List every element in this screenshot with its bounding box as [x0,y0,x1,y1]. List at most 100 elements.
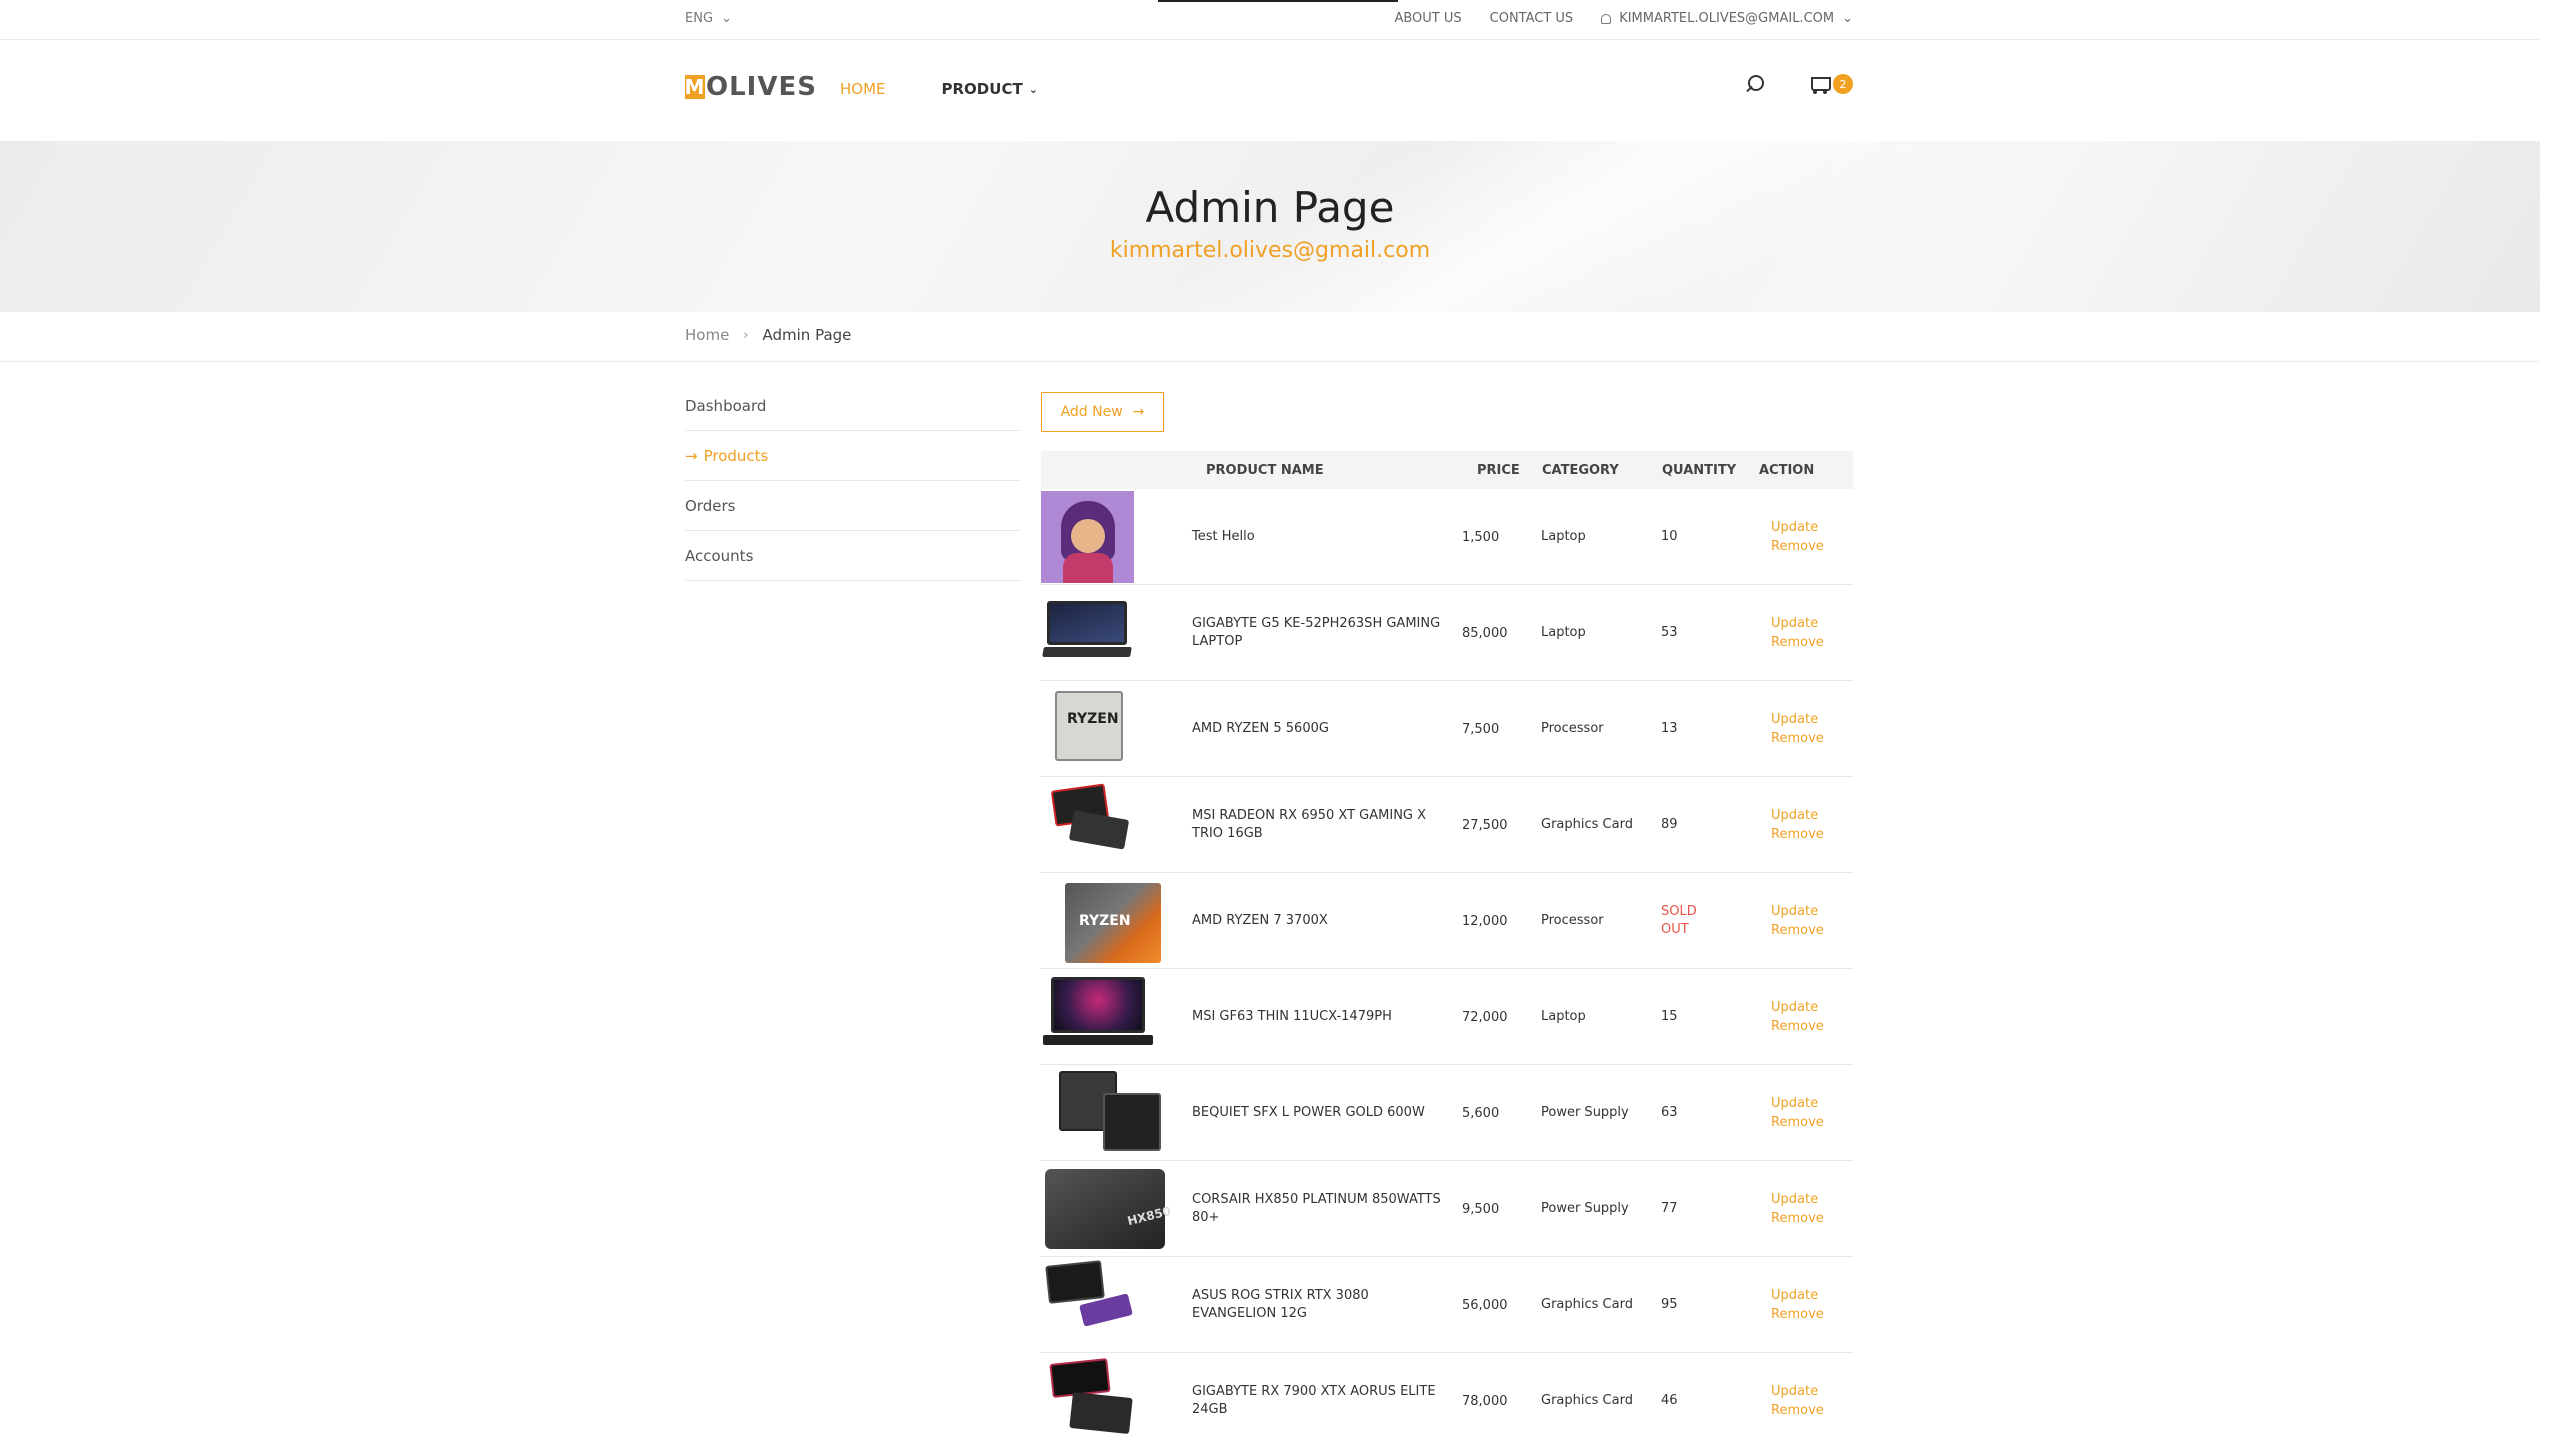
arrow-right-icon: → [685,446,698,465]
product-price: 9,500 [1462,1201,1500,1217]
table-row: MSI RADEON RX 6950 XT GAMING X TRIO 16GB… [1041,777,1853,873]
column-header-action: ACTION [1759,463,1815,478]
update-link[interactable]: Update [1771,1384,1824,1399]
update-link[interactable]: Update [1771,808,1824,823]
product-image-part [1071,519,1105,553]
product-quantity: 10 [1661,529,1678,544]
breadcrumb-home[interactable]: Home [685,326,729,344]
product-image-part: RYZEN [1079,913,1131,929]
table-row: ASUS ROG STRIX RTX 3080 EVANGELION 12G 56… [1041,1257,1853,1353]
table-row: RYZEN AMD RYZEN 5 5600G 7,500 Processor 13 Up… [1041,681,1853,777]
product-category: Processor [1541,913,1604,928]
add-new-button[interactable]: Add New → [1041,392,1164,432]
sidebar-item-dashboard[interactable]: Dashboard [685,381,1020,431]
remove-link[interactable]: Remove [1771,1019,1824,1034]
sidebar-item-orders[interactable]: Orders [685,481,1020,531]
product-price: 78,000 [1462,1393,1508,1409]
product-image-part [1047,601,1127,645]
about-us-link[interactable]: ABOUT US [1394,11,1461,26]
product-price: 12,000 [1462,913,1508,929]
site-header: M OLIVES HOME PRODUCT ⌄ 2 [0,40,2540,141]
update-link[interactable]: Update [1771,904,1824,919]
row-actions: Update Remove [1771,1161,1824,1257]
update-link[interactable]: Update [1771,1192,1824,1207]
cart-button[interactable]: 2 [1805,73,1853,95]
cart-icon [1805,73,1831,95]
remove-link[interactable]: Remove [1771,1403,1824,1418]
product-name: GIGABYTE RX 7900 XTX AORUS ELITE 24GB [1192,1384,1436,1417]
update-link[interactable]: Update [1771,1000,1824,1015]
product-category: Laptop [1541,625,1586,640]
sidebar-item-products[interactable]: → Products [685,431,1020,481]
sidebar-item-label: Dashboard [685,396,767,415]
update-link[interactable]: Update [1771,1096,1824,1111]
top-links: ABOUT US CONTACT US KIMMARTEL.OLIVES@GMA… [1394,11,1853,26]
product-image [1041,1067,1167,1159]
site-logo[interactable]: M OLIVES [685,72,817,102]
language-label: ENG [685,11,714,26]
product-image: RYZEN [1041,683,1167,775]
remove-link[interactable]: Remove [1771,731,1824,746]
row-actions: Update Remove [1771,777,1824,873]
product-price: 85,000 [1462,625,1508,641]
product-image-part [1051,977,1145,1033]
product-name: CORSAIR HX850 PLATINUM 850WATTS 80+ [1192,1192,1441,1225]
table-header: PRODUCT NAME PRICE CATEGORY QUANTITY ACT… [1041,451,1853,489]
contact-us-link[interactable]: CONTACT US [1490,11,1574,26]
remove-link[interactable]: Remove [1771,827,1824,842]
sidebar-item-label: Accounts [685,546,754,565]
product-category: Laptop [1541,1009,1586,1024]
cart-count-badge: 2 [1833,74,1853,94]
table-row: HX850 CORSAIR HX850 PLATINUM 850WATTS 80+… [1041,1161,1853,1257]
remove-link[interactable]: Remove [1771,1211,1824,1226]
nav-product[interactable]: PRODUCT ⌄ [942,80,1038,98]
page-title: Admin Page [1145,183,1395,232]
column-header-category: CATEGORY [1542,463,1619,478]
product-category: Laptop [1541,529,1586,544]
user-menu[interactable]: KIMMARTEL.OLIVES@GMAIL.COM ⌄ [1601,11,1853,26]
product-quantity: SOLD OUT [1661,904,1697,937]
sidebar-item-accounts[interactable]: Accounts [685,531,1020,581]
remove-link[interactable]: Remove [1771,539,1824,554]
row-actions: Update Remove [1771,489,1824,585]
table-row: Test Hello 1,500 Laptop 10 Update Remove [1041,489,1853,585]
product-image-part [1068,810,1130,850]
nav-home[interactable]: HOME [840,80,886,98]
remove-link[interactable]: Remove [1771,923,1824,938]
row-actions: Update Remove [1771,681,1824,777]
update-link[interactable]: Update [1771,520,1824,535]
product-quantity: 63 [1661,1105,1678,1120]
update-link[interactable]: Update [1771,616,1824,631]
logo-text: OLIVES [706,72,817,102]
update-link[interactable]: Update [1771,1288,1824,1303]
chevron-down-icon: ⌄ [721,11,732,26]
product-category: Power Supply [1541,1201,1629,1216]
admin-sidebar: Dashboard → Products Orders Accounts [685,381,1020,581]
column-header-price: PRICE [1477,463,1520,478]
product-quantity: 89 [1661,817,1678,832]
remove-link[interactable]: Remove [1771,1115,1824,1130]
column-header-product-name: PRODUCT NAME [1206,463,1324,478]
product-image-part [1103,1093,1161,1151]
chevron-right-icon: › [743,327,749,343]
product-image [1041,587,1167,679]
search-icon[interactable] [1743,73,1765,95]
product-image-part [1043,1035,1153,1045]
remove-link[interactable]: Remove [1771,635,1824,650]
product-name: MSI GF63 THIN 11UCX-1479PH [1192,1009,1392,1024]
row-actions: Update Remove [1771,585,1824,681]
product-image [1041,779,1167,871]
row-actions: Update Remove [1771,1353,1824,1440]
product-image-part: RYZEN [1067,711,1119,727]
page-subtitle: kimmartel.olives@gmail.com [1109,238,1431,263]
main-nav: HOME PRODUCT ⌄ [840,80,1038,98]
product-image-part [1063,553,1113,583]
product-image: HX850 [1041,1163,1172,1255]
row-actions: Update Remove [1771,1257,1824,1353]
chevron-down-icon: ⌄ [1028,82,1038,96]
product-quantity: 53 [1661,625,1678,640]
remove-link[interactable]: Remove [1771,1307,1824,1322]
update-link[interactable]: Update [1771,712,1824,727]
language-selector[interactable]: ENG ⌄ [685,11,732,26]
product-name: ASUS ROG STRIX RTX 3080 EVANGELION 12G [1192,1288,1369,1321]
